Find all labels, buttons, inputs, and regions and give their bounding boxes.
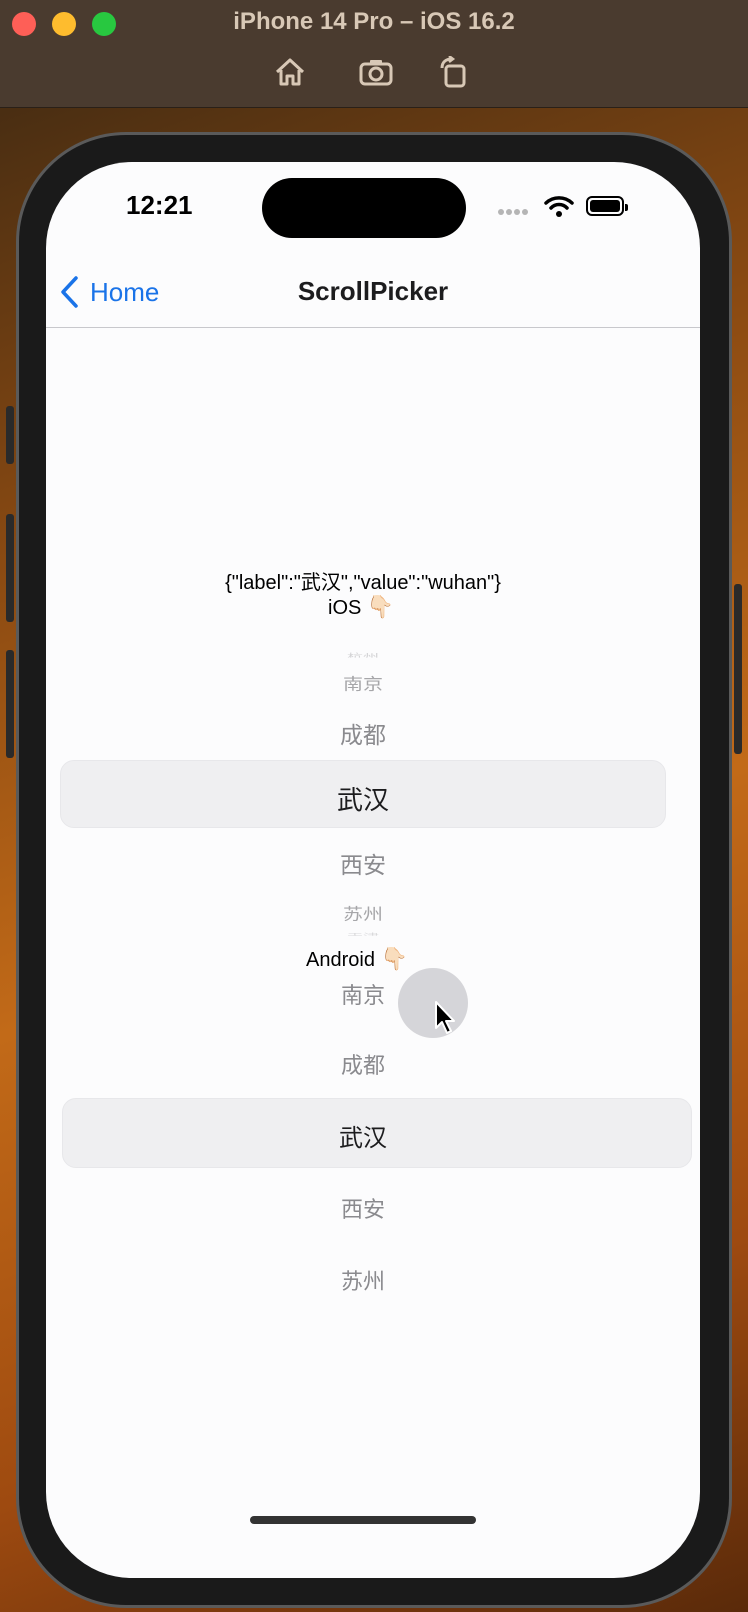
picker-item[interactable]: 苏州 bbox=[46, 901, 680, 924]
simulator-titlebar: iPhone 14 Pro – iOS 16.2 bbox=[0, 0, 748, 108]
picker-item[interactable]: 西安 bbox=[46, 1192, 680, 1224]
wifi-icon bbox=[544, 196, 574, 217]
window-title: iPhone 14 Pro – iOS 16.2 bbox=[233, 8, 515, 35]
page-title: ScrollPicker bbox=[297, 276, 449, 306]
status-icons bbox=[498, 194, 628, 218]
volume-up-button bbox=[6, 514, 14, 622]
picker-item[interactable]: 成都 bbox=[46, 1048, 680, 1080]
android-label-text: Android bbox=[306, 949, 375, 971]
picker-item[interactable]: 南京 bbox=[46, 671, 680, 694]
home-indicator[interactable] bbox=[250, 1516, 476, 1524]
pointing-down-icon: 👇🏻 bbox=[380, 946, 408, 971]
rotate-icon[interactable] bbox=[436, 55, 472, 88]
pointing-down-icon: 👇🏻 bbox=[366, 594, 395, 619]
picker-item[interactable]: 成都 bbox=[46, 716, 680, 750]
picker-item[interactable]: 杭州 bbox=[46, 650, 680, 657]
volume-down-button bbox=[6, 650, 14, 758]
android-picker-label: Android 👇🏻 bbox=[306, 946, 408, 972]
picker-item[interactable]: 南京 bbox=[46, 978, 680, 1010]
status-time: 12:21 bbox=[126, 190, 193, 220]
mouse-cursor-icon bbox=[435, 1001, 455, 1034]
picker-item-selected[interactable]: 武汉 bbox=[46, 780, 680, 817]
picker-item[interactable]: 苏州 bbox=[46, 1264, 680, 1296]
battery-icon bbox=[586, 196, 628, 216]
selected-value-output: {"label":"武汉","value":"wuhan"} bbox=[225, 572, 501, 594]
ios-label-text: iOS bbox=[328, 597, 362, 619]
ios-picker-label: iOS 👇🏻 bbox=[328, 594, 394, 620]
picker-item[interactable]: 西安 bbox=[46, 846, 680, 880]
device-screen: 12:21 Home ScrollPicker {"label":"武汉","v… bbox=[46, 162, 700, 1578]
cellular-signal-icon bbox=[498, 202, 530, 220]
picker-item-selected[interactable]: 武汉 bbox=[46, 1118, 680, 1153]
home-icon[interactable] bbox=[272, 56, 308, 88]
dynamic-island bbox=[262, 178, 466, 238]
navigation-bar: Home ScrollPicker bbox=[46, 254, 700, 328]
action-button bbox=[6, 406, 14, 464]
picker-item[interactable]: 天津 bbox=[46, 930, 680, 936]
screenshot-icon[interactable] bbox=[358, 56, 394, 88]
power-button bbox=[734, 584, 742, 754]
